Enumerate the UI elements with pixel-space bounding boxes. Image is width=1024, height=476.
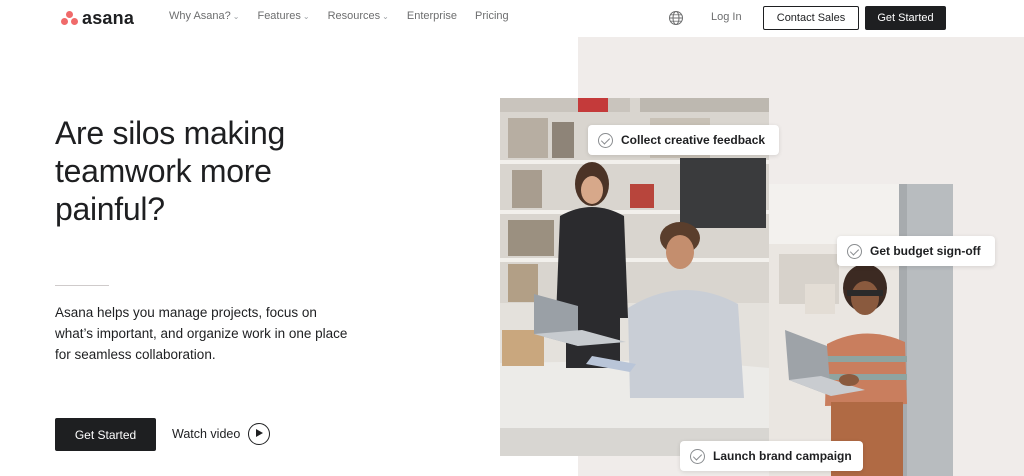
check-circle-icon[interactable] xyxy=(847,243,862,259)
nav-link-resources[interactable]: Resources ⌄ xyxy=(328,10,389,22)
hero-get-started-button[interactable]: Get Started xyxy=(55,418,156,451)
task-card-launch-campaign[interactable]: Launch brand campaign xyxy=(680,441,863,471)
nav-link-why-asana[interactable]: Why Asana? ⌄ xyxy=(169,10,239,22)
watch-video-link[interactable]: Watch video xyxy=(172,423,271,445)
logo-wordmark: asana xyxy=(82,7,135,28)
play-icon xyxy=(248,423,271,445)
nav-get-started-button[interactable]: Get Started xyxy=(865,6,946,30)
nav-link-label: Enterprise xyxy=(406,10,458,22)
asana-logo-icon xyxy=(61,11,78,25)
task-label: Get budget sign-off xyxy=(870,244,981,258)
task-card-collect-feedback[interactable]: Collect creative feedback xyxy=(588,125,779,155)
hero-title: Are silos making teamwork more painful? xyxy=(55,115,285,227)
nav-link-label: Why Asana? xyxy=(169,10,231,22)
contact-sales-button[interactable]: Contact Sales xyxy=(763,6,859,30)
nav-link-label: Resources xyxy=(327,10,381,22)
hero-description: Asana helps you manage projects, focus o… xyxy=(55,305,348,362)
check-circle-icon[interactable] xyxy=(690,448,705,464)
top-nav: asana Why Asana? ⌄ Features ⌄ Resources … xyxy=(0,0,1024,36)
check-circle-icon[interactable] xyxy=(598,132,613,148)
globe-icon[interactable] xyxy=(668,10,684,26)
asana-logo[interactable]: asana xyxy=(61,8,134,28)
task-label: Launch brand campaign xyxy=(713,449,852,463)
login-link[interactable]: Log In xyxy=(711,11,742,23)
hero-divider xyxy=(55,285,109,286)
watch-video-label: Watch video xyxy=(172,427,241,441)
task-label: Collect creative feedback xyxy=(621,133,766,147)
task-card-budget-signoff[interactable]: Get budget sign-off xyxy=(837,236,995,266)
nav-link-enterprise[interactable]: Enterprise xyxy=(407,10,457,22)
woman-laptop-photo xyxy=(769,184,953,476)
nav-link-label: Features xyxy=(257,10,301,22)
chevron-down-icon: ⌄ xyxy=(382,11,389,21)
nav-link-features[interactable]: Features ⌄ xyxy=(257,10,309,22)
chevron-down-icon: ⌄ xyxy=(302,11,310,21)
page: asana Why Asana? ⌄ Features ⌄ Resources … xyxy=(0,0,1024,476)
nav-link-pricing[interactable]: Pricing xyxy=(475,10,509,22)
nav-link-label: Pricing xyxy=(475,10,509,22)
chevron-down-icon: ⌄ xyxy=(232,11,240,21)
nav-links: Why Asana? ⌄ Features ⌄ Resources ⌄ Ente… xyxy=(169,10,509,22)
